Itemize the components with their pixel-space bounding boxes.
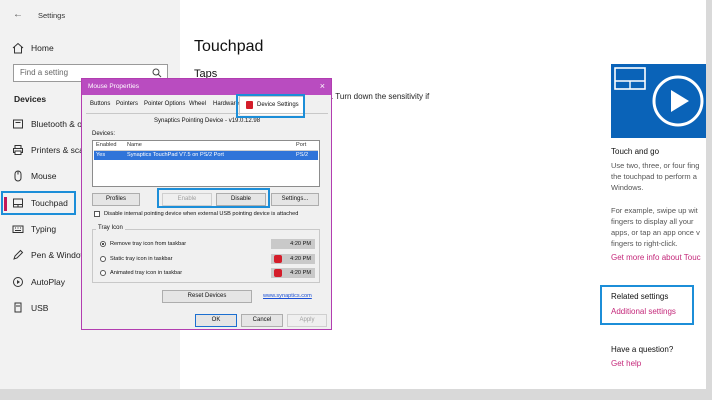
- dialog-title-bar: Mouse Properties ×: [82, 79, 331, 95]
- keyboard-icon: [12, 225, 24, 233]
- tab-wheel[interactable]: Wheel: [189, 101, 206, 107]
- touch-line: the touchpad to perform a: [611, 172, 697, 181]
- cell-name: Synaptics TouchPad V7.5 on PS/2 Port: [127, 152, 224, 158]
- tray-time: 4:20 PM: [290, 241, 311, 247]
- get-help-link[interactable]: Get help: [611, 359, 641, 368]
- tray-radio-animated[interactable]: [100, 270, 106, 276]
- disable-internal-label: Disable internal pointing device when ex…: [104, 211, 299, 217]
- example-line: fingers to right-click.: [611, 239, 678, 248]
- synaptics-tray-icon: [274, 269, 282, 277]
- touch-heading: Touch and go: [611, 147, 660, 156]
- tab-pointer-options[interactable]: Pointer Options: [144, 101, 185, 107]
- sidebar-item-label: Home: [31, 43, 54, 53]
- pen-icon: [13, 249, 24, 260]
- touchpad-highlight: [1, 191, 76, 215]
- close-icon[interactable]: ×: [320, 81, 325, 91]
- question-heading: Have a question?: [611, 345, 674, 354]
- autoplay-icon: [13, 277, 23, 287]
- tray-group-label: Tray Icon: [96, 225, 125, 231]
- more-info-link[interactable]: Get more info about Touc: [611, 253, 701, 262]
- ok-button[interactable]: OK: [195, 314, 237, 327]
- sidebar-item-label: Mouse: [31, 171, 57, 181]
- tab-pointers[interactable]: Pointers: [116, 101, 138, 107]
- cell-enabled: Yes: [96, 152, 106, 158]
- back-arrow-icon[interactable]: ←: [13, 9, 23, 20]
- tray-preview: 4:20 PM: [271, 268, 315, 278]
- tray-radio-static[interactable]: [100, 256, 106, 262]
- cell-port: PS/2: [296, 152, 309, 158]
- device-name: Synaptics Pointing Device - v19.0.12.98: [154, 118, 261, 124]
- title-bar: ← Settings: [0, 0, 180, 30]
- example-line: fingers to display all your: [611, 217, 694, 226]
- synaptics-tray-icon: [274, 255, 282, 263]
- search-placeholder: Find a setting: [20, 68, 69, 77]
- tab-buttons[interactable]: Buttons: [90, 101, 110, 107]
- home-icon: [12, 42, 24, 54]
- taps-description: . Turn down the sensitivity if: [331, 92, 430, 101]
- tray-preview: 4:20 PM: [271, 239, 315, 249]
- synaptics-link[interactable]: www.synaptics.com: [263, 293, 312, 299]
- devices-label: Devices:: [92, 131, 116, 137]
- sidebar-item-home[interactable]: Home: [0, 38, 180, 60]
- usb-icon: [14, 302, 22, 313]
- printer-icon: [13, 145, 23, 155]
- tray-option-label: Animated tray icon in taskbar: [110, 270, 183, 276]
- disable-internal-checkbox[interactable]: [94, 211, 100, 217]
- device-settings-highlight: [236, 94, 305, 118]
- sidebar-item-label: Printers & sca: [31, 145, 84, 155]
- column-header-name: Name: [127, 142, 142, 148]
- tray-radio-remove[interactable]: [100, 241, 106, 247]
- profiles-button[interactable]: Profiles: [92, 193, 140, 206]
- column-header-port: Port: [296, 142, 307, 148]
- column-header-enabled: Enabled: [96, 142, 117, 148]
- tray-time: 4:20 PM: [290, 256, 311, 262]
- search-icon: [152, 68, 162, 78]
- section-title: Devices: [14, 94, 47, 104]
- page-title: Touchpad: [194, 38, 264, 55]
- video-play-icon: [614, 67, 704, 127]
- settings-window: ← Settings Home Find a setting Devices B…: [0, 0, 706, 389]
- bluetooth-icon: [13, 119, 23, 129]
- sidebar-item-label: Bluetooth & o: [31, 119, 83, 129]
- touch-video-thumbnail[interactable]: [611, 64, 706, 138]
- sidebar-item-label: Typing: [31, 224, 57, 234]
- touch-line: Use two, three, or four fing: [611, 161, 700, 170]
- example-line: For example, swipe up wit: [611, 206, 698, 215]
- tray-preview: 4:20 PM: [271, 254, 315, 264]
- devices-list[interactable]: Enabled Name Port Yes Synaptics TouchPad…: [92, 140, 320, 187]
- touch-line: Windows.: [611, 183, 644, 192]
- cancel-button[interactable]: Cancel: [241, 314, 283, 327]
- tray-time: 4:20 PM: [290, 270, 311, 276]
- reset-devices-button[interactable]: Reset Devices: [162, 290, 252, 303]
- sidebar-item-label: AutoPlay: [31, 277, 66, 287]
- related-settings-highlight: [600, 285, 694, 325]
- example-line: apps, or tap an app once v: [611, 228, 700, 237]
- app-title: Settings: [38, 11, 66, 20]
- mouse-icon: [14, 170, 22, 182]
- sidebar-item-label: Pen & Window: [31, 250, 87, 260]
- dialog-title: Mouse Properties: [88, 83, 139, 90]
- tray-option-label: Static tray icon in taskbar: [110, 256, 173, 262]
- sidebar-item-label: USB: [31, 303, 49, 313]
- apply-button[interactable]: Apply: [287, 314, 327, 327]
- table-row[interactable]: Yes Synaptics TouchPad V7.5 on PS/2 Port…: [94, 151, 318, 160]
- enable-disable-highlight: [157, 188, 270, 208]
- settings-button[interactable]: Settings...: [271, 193, 319, 206]
- tray-option-label: Remove tray icon from taskbar: [110, 241, 187, 247]
